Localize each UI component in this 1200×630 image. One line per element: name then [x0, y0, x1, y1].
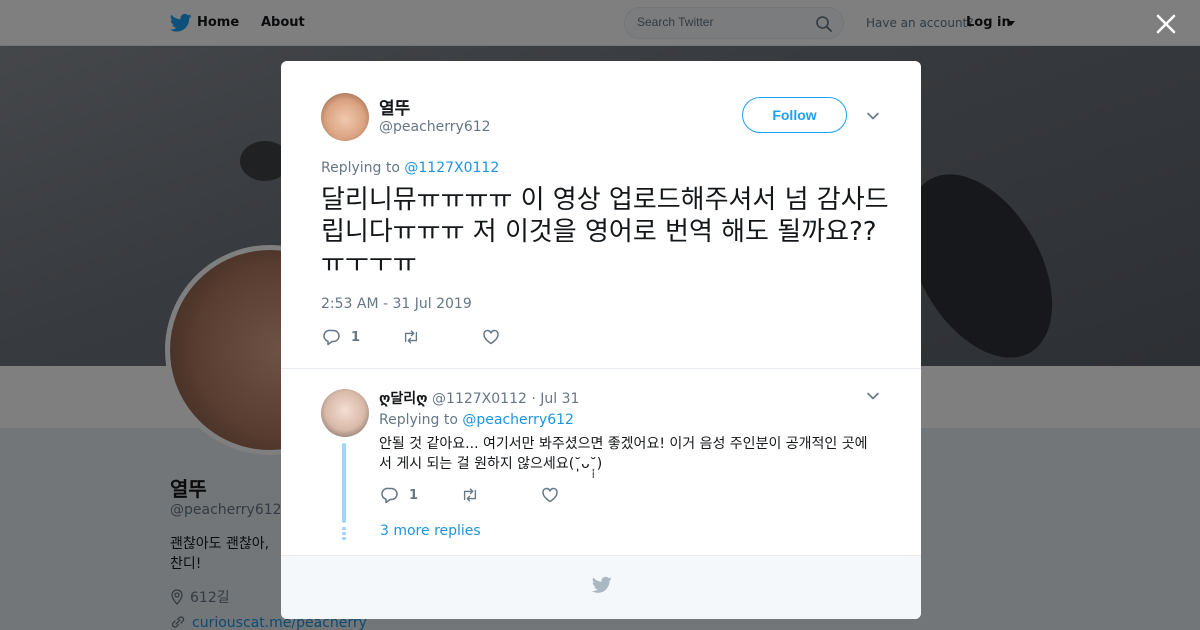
reply-replying-to: Replying to @peacherry612 [379, 412, 574, 428]
chevron-down-icon[interactable] [866, 389, 880, 403]
tweet-author-name[interactable]: 열뚜 [379, 94, 410, 119]
tweet-modal: 열뚜 @peacherry612 Follow Replying to @112… [281, 61, 921, 619]
more-replies-link[interactable]: 3 more replies [380, 523, 481, 539]
like-icon [542, 487, 558, 503]
replying-to-prefix: Replying to [321, 160, 400, 176]
reply-author-avatar[interactable] [321, 389, 369, 437]
reply-icon [381, 487, 398, 504]
reply-date[interactable]: · Jul 31 [531, 391, 579, 407]
reply-count: 1 [351, 329, 361, 345]
twitter-bird-icon [592, 576, 612, 593]
tweet-author-avatar[interactable] [321, 93, 369, 141]
reply-author-name[interactable]: ღ달리ღ [379, 391, 428, 407]
divider [281, 368, 921, 369]
like-button[interactable] [541, 486, 559, 504]
reply-button[interactable]: 1 [323, 328, 360, 346]
reply-header: ღ달리ღ @1127X0112 · Jul 31 [379, 388, 579, 408]
retweet-button[interactable] [461, 486, 479, 504]
retweet-icon [463, 488, 477, 502]
tweet-timestamp[interactable]: 2:53 AM - 31 Jul 2019 [321, 296, 472, 312]
reply-icon [323, 329, 340, 346]
reply-count: 1 [409, 487, 419, 503]
replying-to: Replying to @1127X0112 [321, 160, 499, 176]
tweet-text: 달리니뮤ㅠㅠㅠㅠ 이 영상 업로드해주셔서 넘 감사드립니다ㅠㅠㅠ 저 이것을 … [321, 185, 889, 279]
reply-author-handle[interactable]: @1127X0112 [432, 391, 527, 407]
retweet-icon [404, 330, 418, 344]
like-button[interactable] [482, 328, 500, 346]
reply-button[interactable]: 1 [381, 486, 418, 504]
thread-dots [342, 527, 346, 541]
replying-to-prefix: Replying to [379, 412, 458, 428]
chevron-down-icon[interactable] [866, 109, 880, 123]
close-icon[interactable] [1154, 12, 1178, 36]
follow-button[interactable]: Follow [742, 97, 847, 133]
retweet-button[interactable] [402, 328, 420, 346]
like-icon [483, 329, 499, 345]
modal-footer [281, 555, 921, 619]
replying-to-mention[interactable]: @1127X0112 [404, 160, 499, 176]
replying-to-mention[interactable]: @peacherry612 [462, 412, 574, 428]
thread-line [342, 443, 346, 523]
tweet-author-handle[interactable]: @peacherry612 [379, 119, 491, 135]
reply-text: 안될 것 같아요... 여기서만 봐주셨으면 좋겠어요! 이거 음성 주인분이 … [379, 436, 868, 472]
